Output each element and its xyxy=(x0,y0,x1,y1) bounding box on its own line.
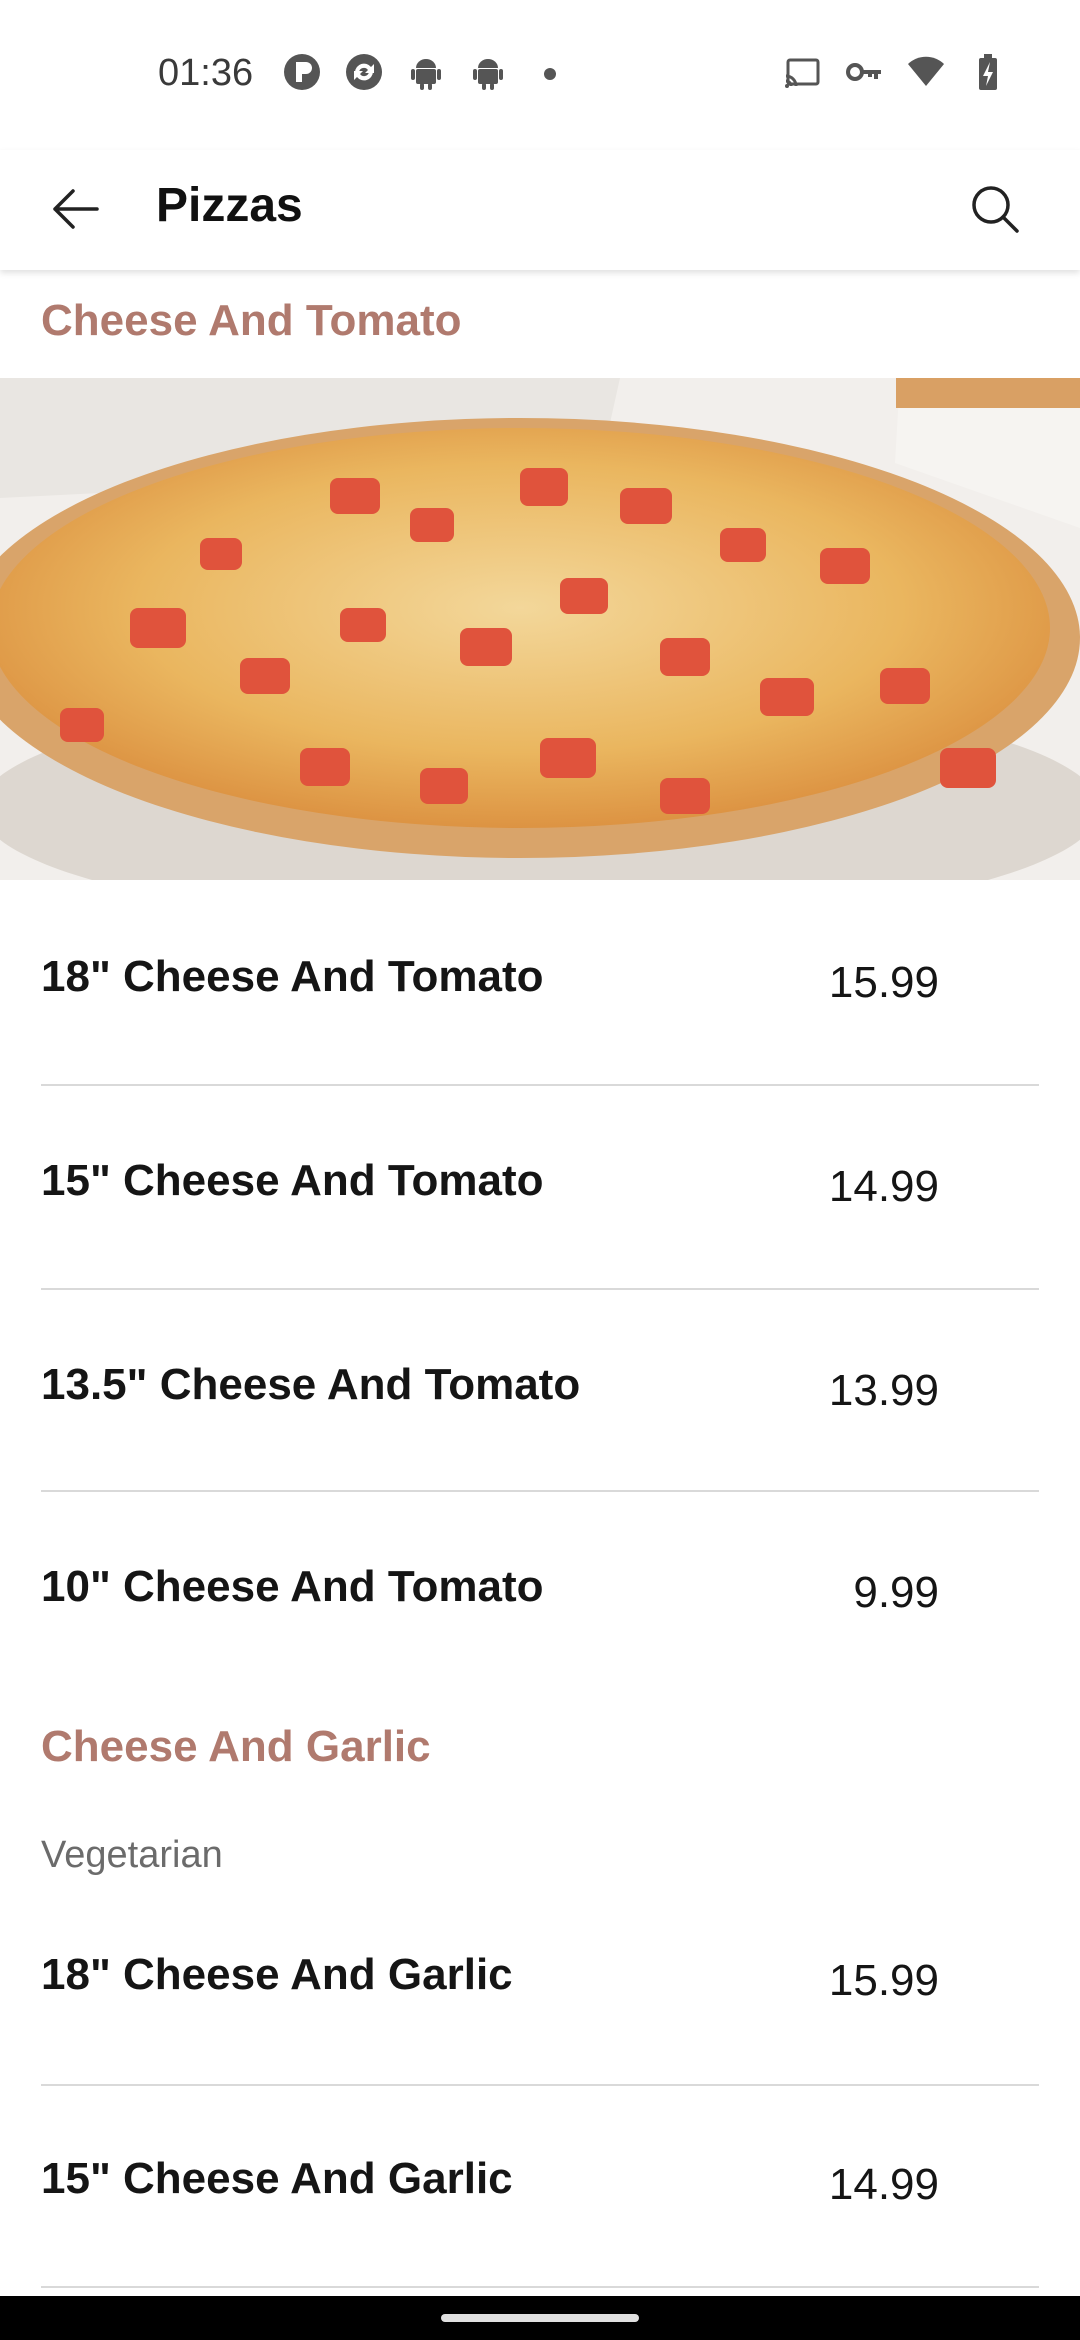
sync-icon xyxy=(346,54,382,90)
section-title-cheese-and-tomato: Cheese And Tomato xyxy=(41,296,462,345)
vegetarian-tag: Vegetarian xyxy=(41,1834,223,1876)
pizza-image xyxy=(0,378,1080,880)
item-price: 15.99 xyxy=(828,958,939,1007)
arrow-left-icon xyxy=(53,189,99,229)
battery-charging-icon xyxy=(979,54,997,90)
status-bar: 01:36 xyxy=(0,0,1080,150)
page-title: Pizzas xyxy=(156,179,303,232)
app-notification-icon xyxy=(284,54,320,90)
android-icon xyxy=(411,59,441,90)
system-nav-bar xyxy=(0,2296,1080,2340)
status-icons-right xyxy=(782,52,1008,92)
item-name: 15" Cheese And Tomato xyxy=(41,1156,544,1205)
item-price: 9.99 xyxy=(853,1568,939,1617)
item-name: 18" Cheese And Tomato xyxy=(41,952,544,1001)
divider xyxy=(41,2286,1039,2288)
cast-icon xyxy=(785,58,820,88)
section-title-cheese-and-garlic: Cheese And Garlic xyxy=(41,1722,431,1771)
item-price: 13.99 xyxy=(828,1366,939,1415)
wifi-icon xyxy=(908,56,944,86)
item-name: 18" Cheese And Garlic xyxy=(41,1950,513,1999)
item-name: 13.5" Cheese And Tomato xyxy=(41,1360,581,1409)
android-icon xyxy=(473,59,503,90)
status-time: 01:36 xyxy=(158,52,254,94)
app-bar: Pizzas xyxy=(0,150,1080,270)
back-button[interactable] xyxy=(40,174,110,244)
item-name: 15" Cheese And Garlic xyxy=(41,2154,513,2203)
search-button[interactable] xyxy=(960,174,1030,244)
item-price: 14.99 xyxy=(828,1162,939,1211)
list-item[interactable]: 15" Cheese And Tomato 14.99 xyxy=(41,1086,1039,1290)
item-price: 14.99 xyxy=(828,2160,939,2209)
list-item[interactable]: 13.5" Cheese And Tomato 13.99 xyxy=(41,1290,1039,1494)
list-item[interactable]: 15" Cheese And Garlic 14.99 xyxy=(41,2086,1039,2290)
item-price: 15.99 xyxy=(828,1956,939,2005)
dot-icon xyxy=(544,68,556,80)
home-gesture-handle[interactable] xyxy=(441,2314,639,2322)
item-name: 10" Cheese And Tomato xyxy=(41,1562,544,1611)
search-icon xyxy=(972,186,1019,233)
list-item[interactable]: 18" Cheese And Garlic 15.99 xyxy=(41,1890,1039,2094)
vpn-key-icon xyxy=(846,63,881,81)
list-item[interactable]: 10" Cheese And Tomato 9.99 xyxy=(41,1492,1039,1696)
list-item[interactable]: 18" Cheese And Tomato 15.99 xyxy=(41,882,1039,1086)
status-icons-left xyxy=(282,52,570,92)
